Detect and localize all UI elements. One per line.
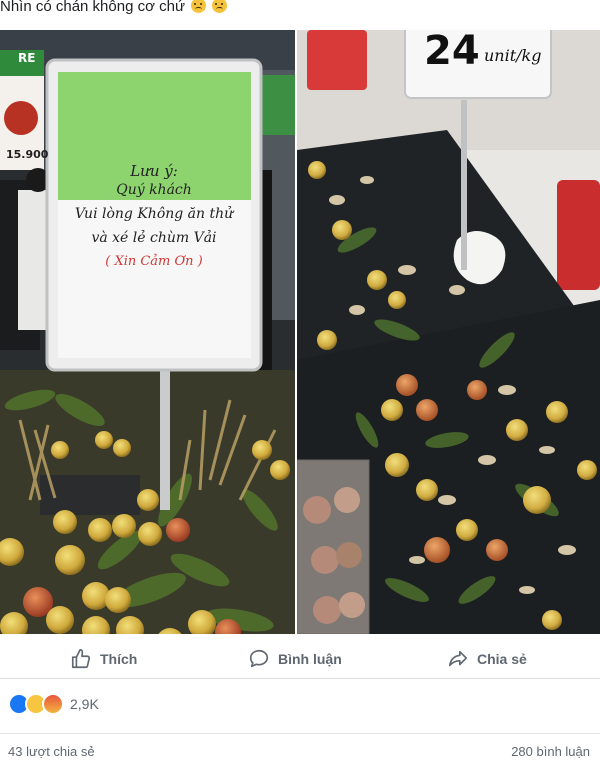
promo-badge: RE — [18, 51, 36, 65]
photo-right[interactable]: 24 unit/kg — [297, 30, 600, 634]
share-arrow-icon — [447, 648, 469, 670]
like-label: Thích — [100, 651, 138, 667]
price-unit: unit/kg — [484, 46, 542, 65]
promo-price: 15.900 — [6, 148, 49, 161]
share-button[interactable]: Chia sẻ — [447, 640, 527, 678]
share-count[interactable]: 43 lượt chia sẻ — [8, 744, 95, 759]
comment-label: Bình luận — [278, 651, 342, 667]
reaction-summary[interactable]: 2,9K — [8, 692, 99, 716]
sign-line-1: Quý khách — [116, 182, 192, 198]
sign-note: Lưu ý: — [130, 162, 178, 180]
reaction-count: 2,9K — [70, 696, 99, 712]
post-caption: Nhìn có chán không cơ chứ — [0, 0, 600, 20]
like-button[interactable]: Thích — [70, 640, 137, 678]
angry-reaction-icon — [42, 693, 64, 715]
thumbs-up-icon — [70, 648, 92, 670]
sad-face-emoji-icon — [191, 0, 207, 13]
comment-bubble-icon — [248, 648, 270, 670]
comment-button[interactable]: Bình luận — [248, 640, 342, 678]
post-action-bar: Thích Bình luận Chia sẻ — [0, 640, 600, 679]
share-label: Chia sẻ — [477, 651, 527, 667]
price-sign: 24 unit/kg — [408, 30, 548, 90]
comment-count[interactable]: 280 bình luận — [511, 744, 590, 759]
sign-line-4: ( Xin Cảm Ơn ) — [105, 254, 203, 269]
notice-sign: Lưu ý: Quý khách Vui lòng Không ăn thử v… — [47, 60, 261, 370]
sad-face-emoji-icon — [212, 0, 228, 13]
price-value: 24 — [424, 30, 480, 74]
post-footer-stats: 43 lượt chia sẻ 280 bình luận — [0, 733, 600, 764]
photo-left[interactable]: Lưu ý: Quý khách Vui lòng Không ăn thử v… — [0, 30, 295, 634]
caption-text: Nhìn có chán không cơ chứ — [0, 0, 185, 15]
photo-grid: Lưu ý: Quý khách Vui lòng Không ăn thử v… — [0, 30, 600, 634]
sign-line-3: và xé lẻ chùm Vải — [91, 230, 217, 246]
sign-line-2: Vui lòng Không ăn thử — [74, 206, 234, 222]
